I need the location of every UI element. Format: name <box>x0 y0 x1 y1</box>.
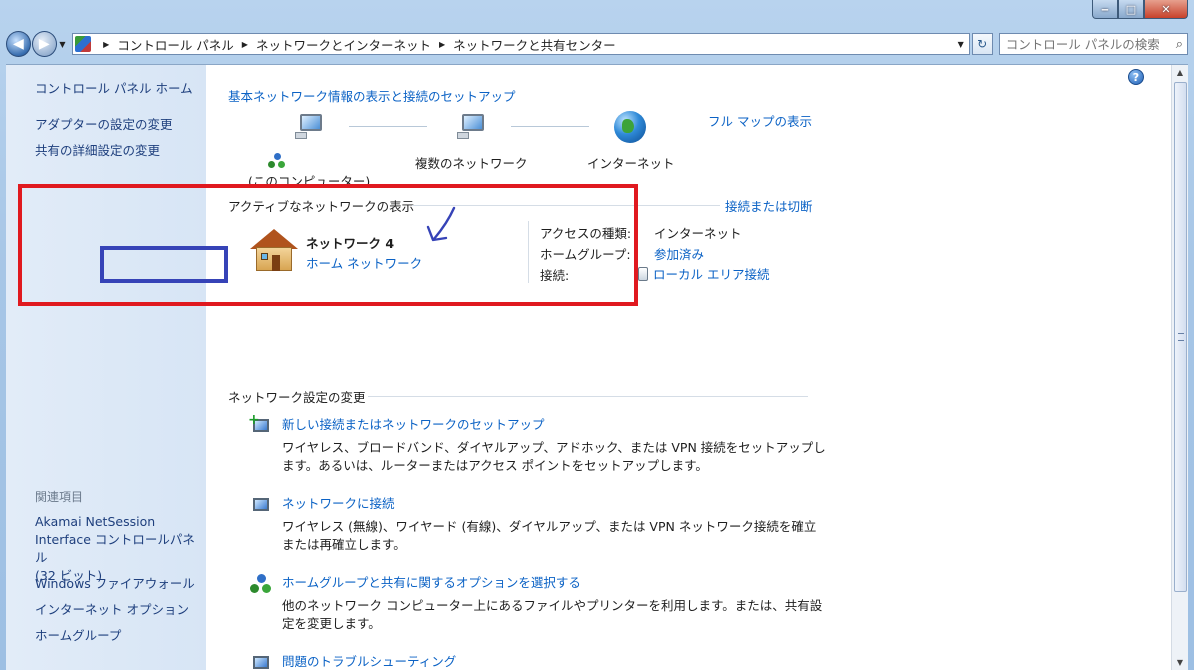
sidebar-control-panel-home[interactable]: コントロール パネル ホーム <box>35 80 193 98</box>
maximize-button[interactable]: □ <box>1118 0 1144 19</box>
section-divider <box>368 396 808 397</box>
basic-network-heading[interactable]: 基本ネットワーク情報の表示と接続のセットアップ <box>228 86 516 105</box>
close-icon: ✕ <box>1161 2 1171 16</box>
network-location-icon <box>268 153 286 169</box>
help-icon[interactable]: ? <box>1128 69 1144 85</box>
map-internet-label: インターネット <box>587 156 675 171</box>
computer-icon <box>294 113 326 139</box>
minimize-button[interactable]: ‒ <box>1092 0 1118 19</box>
refresh-icon: ↻ <box>977 37 988 51</box>
connection-link-row[interactable]: ローカル エリア接続 <box>638 264 769 283</box>
breadcrumb-separator[interactable]: ▶ <box>242 40 248 49</box>
local-area-connection-link[interactable]: ローカル エリア接続 <box>653 267 769 282</box>
scrollbar-thumb[interactable] <box>1174 82 1187 592</box>
caption-buttons: ‒ □ ✕ <box>1092 0 1188 19</box>
ethernet-adapter-icon <box>638 267 648 281</box>
map-connector <box>511 126 589 127</box>
forward-button[interactable]: ▶ <box>31 31 57 57</box>
scroll-down-icon[interactable]: ▼ <box>1172 655 1188 670</box>
sidebar-related-internet-options[interactable]: インターネット オプション <box>35 601 189 619</box>
internet-globe-icon <box>614 111 646 143</box>
change-settings-heading: ネットワーク設定の変更 <box>228 390 366 405</box>
troubleshoot-icon <box>248 651 272 670</box>
map-connector <box>349 126 427 127</box>
map-networks-label: 複数のネットワーク <box>415 156 528 171</box>
sidebar-advanced-sharing[interactable]: 共有の詳細設定の変更 <box>35 142 160 160</box>
task-connect-network-desc-2: または再確立します。 <box>282 537 406 552</box>
control-panel-icon <box>75 36 92 52</box>
breadcrumb-separator[interactable]: ▶ <box>439 40 445 49</box>
annotation-blue-box <box>100 246 228 283</box>
multiple-networks-icon <box>456 113 488 139</box>
window-frame: ‒ □ ✕ ◀ ▶ ▼ ▶ コントロール パネル ▶ ネットワークとインターネッ… <box>0 0 1194 670</box>
annotation-red-box <box>18 184 638 306</box>
minimize-icon: ‒ <box>1101 2 1109 16</box>
back-button[interactable]: ◀ <box>6 31 31 57</box>
homegroup-options-icon <box>250 574 272 594</box>
connect-disconnect-link[interactable]: 接続または切断 <box>725 196 813 215</box>
sidebar-related-firewall[interactable]: Windows ファイアウォール <box>35 575 195 593</box>
address-dropdown-icon[interactable]: ▼ <box>953 40 969 49</box>
full-map-link[interactable]: フル マップの表示 <box>708 111 812 130</box>
task-connect-network-link[interactable]: ネットワークに接続 <box>282 493 395 512</box>
task-homegroup-options-desc-2: 定を変更します。 <box>282 616 381 631</box>
vertical-scrollbar[interactable]: ▲ ▼ <box>1171 65 1188 670</box>
sidebar: コントロール パネル ホーム アダプターの設定の変更 共有の詳細設定の変更 関連… <box>6 65 206 670</box>
akamai-line-2: Interface コントロールパネル <box>35 532 195 565</box>
scroll-up-icon[interactable]: ▲ <box>1172 65 1188 81</box>
maximize-icon: □ <box>1125 2 1137 16</box>
breadcrumb-network-sharing-center[interactable]: ネットワークと共有センター <box>453 35 616 54</box>
recent-pages-dropdown[interactable]: ▼ <box>57 40 68 49</box>
breadcrumb-separator[interactable]: ▶ <box>103 40 109 49</box>
homegroup-joined-link[interactable]: 参加済み <box>654 244 704 263</box>
navigation-bar: ◀ ▶ ▼ ▶ コントロール パネル ▶ ネットワークとインターネット ▶ ネッ… <box>6 30 1188 58</box>
task-homegroup-options-link[interactable]: ホームグループと共有に関するオプションを選択する <box>282 572 581 591</box>
forward-arrow-icon: ▶ <box>38 36 50 52</box>
search-box[interactable]: ⌕ <box>998 33 1188 55</box>
connect-network-icon <box>248 493 272 515</box>
task-new-connection-desc-2: ます。あるいは、ルーターまたはアクセス ポイントをセットアップします。 <box>282 458 708 473</box>
sidebar-related-homegroup[interactable]: ホームグループ <box>35 627 121 645</box>
new-connection-icon: + <box>248 413 272 436</box>
refresh-button[interactable]: ↻ <box>971 33 993 55</box>
task-new-connection-link[interactable]: 新しい接続またはネットワークのセットアップ <box>282 414 545 433</box>
address-bar[interactable]: ▶ コントロール パネル ▶ ネットワークとインターネット ▶ ネットワークと共… <box>72 33 970 55</box>
task-troubleshoot-link[interactable]: 問題のトラブルシューティング <box>282 651 456 670</box>
close-button[interactable]: ✕ <box>1144 0 1188 19</box>
access-type-value: インターネット <box>654 226 742 241</box>
task-connect-network-desc-1: ワイヤレス (無線)、ワイヤード (有線)、ダイヤルアップ、または VPN ネッ… <box>282 519 817 534</box>
sidebar-related-heading: 関連項目 <box>35 490 84 504</box>
annotation-arrow-icon <box>426 206 456 242</box>
main-panel: ? 基本ネットワーク情報の表示と接続のセットアップ フル マップの表示 (このコ… <box>206 65 1168 670</box>
sidebar-adapter-settings[interactable]: アダプターの設定の変更 <box>35 116 173 134</box>
task-homegroup-options-desc-1: 他のネットワーク コンピューター上にあるファイルやプリンターを利用します。または… <box>282 598 823 613</box>
search-input[interactable] <box>1005 36 1176 52</box>
breadcrumb-network-internet[interactable]: ネットワークとインターネット <box>256 35 431 54</box>
task-new-connection-desc-1: ワイヤレス、ブロードバンド、ダイヤルアップ、アドホック、または VPN 接続をセ… <box>282 440 826 455</box>
back-arrow-icon: ◀ <box>13 36 24 52</box>
search-icon[interactable]: ⌕ <box>1176 37 1183 52</box>
breadcrumb-control-panel[interactable]: コントロール パネル <box>117 35 233 54</box>
akamai-line-1: Akamai NetSession <box>35 514 156 529</box>
content-area: コントロール パネル ホーム アダプターの設定の変更 共有の詳細設定の変更 関連… <box>6 64 1188 670</box>
